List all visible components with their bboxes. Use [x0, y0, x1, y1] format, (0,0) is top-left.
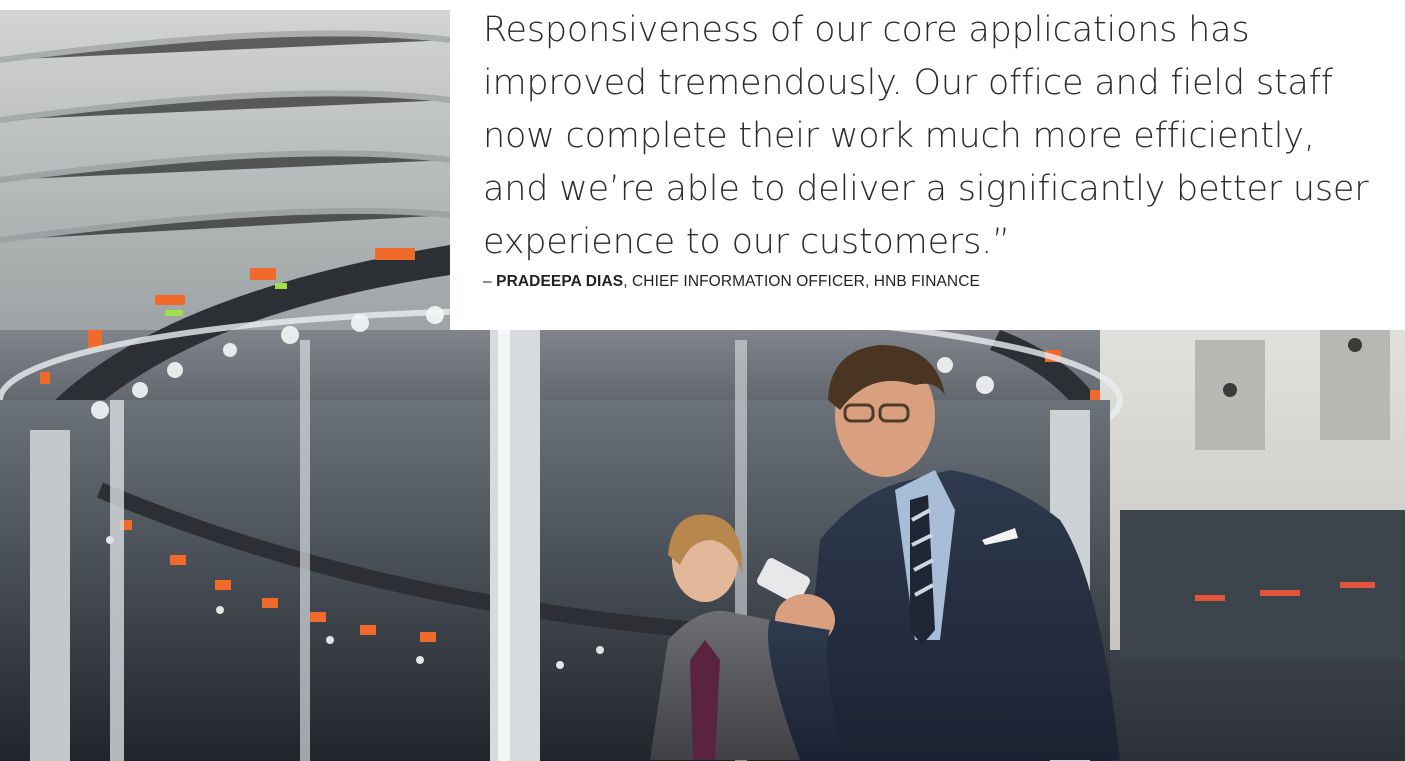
testimonial-quote: Responsiveness of our core applications …: [483, 10, 1369, 262]
attribution-role: , CHIEF INFORMATION OFFICER, HNB FINANCE: [623, 273, 980, 290]
quote-attribution: – PRADEEPA DIAS, CHIEF INFORMATION OFFIC…: [483, 273, 980, 291]
top-edge-strip: [0, 0, 450, 10]
attribution-name: PRADEEPA DIAS: [496, 273, 624, 290]
attribution-dash: –: [483, 273, 497, 290]
